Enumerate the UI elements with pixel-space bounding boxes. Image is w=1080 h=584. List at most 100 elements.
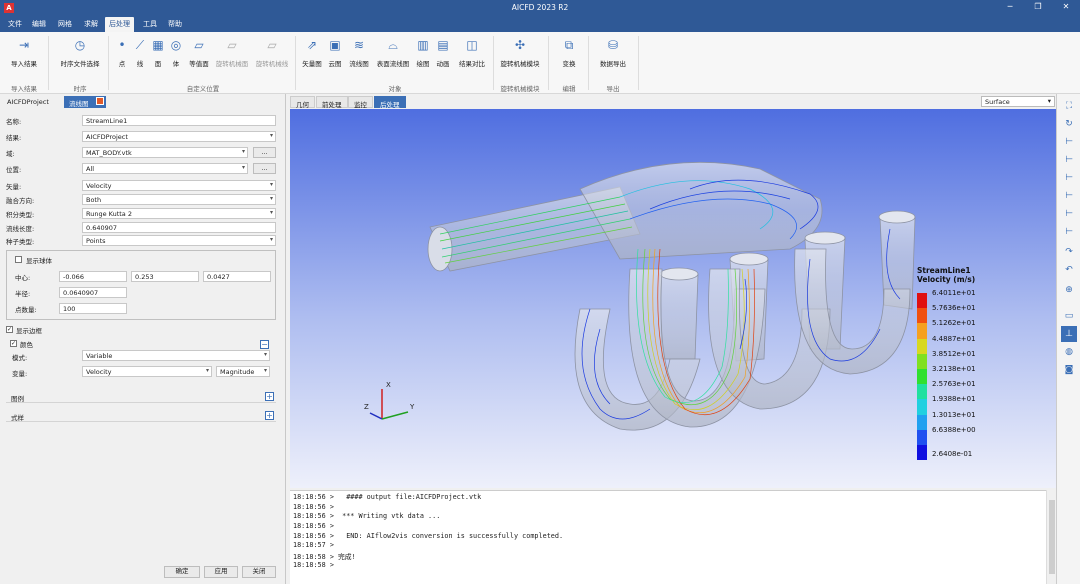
close-icon[interactable]: ✕ [1058, 2, 1074, 11]
palette-icon[interactable]: ◍ [1061, 344, 1077, 360]
domain-select[interactable]: MAT_BODY.vtk ▾ [82, 147, 248, 158]
center-y-field[interactable]: 0.253 [131, 271, 199, 282]
direction-select[interactable]: Both ▾ [82, 194, 276, 205]
mode-select[interactable]: Variable ▾ [82, 350, 270, 361]
animation-button[interactable]: ▤ 动画 [434, 38, 452, 68]
color-checkbox[interactable]: ✓ [10, 340, 17, 347]
rotating-line-button[interactable]: ▱ 旋转机械线 [253, 38, 291, 68]
vector-button[interactable]: ⇗ 矢量图 [300, 38, 324, 68]
view-xy-icon[interactable]: ⊢ [1061, 134, 1077, 150]
apply-button[interactable]: 应用 [204, 566, 238, 578]
location-browse-button[interactable]: ... [253, 163, 276, 174]
plane-button[interactable]: ▦ 面 [150, 38, 166, 68]
center-x-field[interactable]: -0.066 [59, 271, 127, 282]
rotate-ccw-icon[interactable]: ↶ [1061, 262, 1077, 278]
npoints-field[interactable]: 100 [59, 303, 127, 314]
vector-select[interactable]: Velocity ▾ [82, 180, 276, 191]
view-yz-icon[interactable]: ⊢ [1061, 206, 1077, 222]
ok-button[interactable]: 确定 [164, 566, 200, 578]
domain-browse-button[interactable]: ... [253, 147, 276, 158]
console-line: 18:18:56 > #### output file:AICFDProject… [293, 493, 482, 501]
legend-value: 2.6408e-01 [932, 450, 973, 459]
length-label: 流线长度: [6, 225, 35, 233]
close-tab-icon[interactable] [96, 97, 104, 105]
body-button[interactable]: ◎ 体 [168, 38, 184, 68]
close-button[interactable]: 关闭 [242, 566, 276, 578]
location-label: 位置: [6, 166, 22, 174]
group-object-label: 对象 [388, 85, 402, 93]
console-line: 18:18:57 > [293, 541, 334, 550]
console-line: 18:18:56 > *** Writing vtk data ... [293, 512, 441, 521]
show-edges-checkbox[interactable]: ✓ [6, 326, 13, 333]
camera-icon[interactable]: ◙ [1061, 362, 1077, 378]
tab-project[interactable]: AICFDProject [2, 96, 54, 108]
scrollbar-thumb[interactable] [1049, 500, 1055, 574]
expand-icon[interactable]: + [265, 392, 274, 401]
radius-field[interactable]: 0.0640907 [59, 287, 127, 298]
surface-streamline-button[interactable]: ⌓ 表面流线图 [374, 38, 412, 68]
show-sphere-checkbox[interactable] [15, 256, 22, 263]
chevron-down-icon: ▾ [269, 195, 273, 202]
center-z-field[interactable]: 0.0427 [203, 271, 271, 282]
rotating-plane-button[interactable]: ▱ 旋转机械面 [213, 38, 251, 68]
legend-section[interactable]: 图例 + [6, 391, 276, 403]
zoom-icon[interactable]: ⊕ [1061, 282, 1077, 298]
tab-geometry[interactable]: 几何 [290, 96, 315, 109]
length-field[interactable]: 0.640907 [82, 222, 276, 233]
component-select[interactable]: Magnitude ▾ [216, 366, 270, 377]
window-title: AICFD 2023 R2 [511, 3, 569, 12]
menu-mesh[interactable]: 网格 [54, 19, 76, 29]
view-xz-icon[interactable]: ⊢ [1061, 170, 1077, 186]
collapse-icon[interactable]: − [260, 340, 269, 349]
legend-value: 2.5763e+01 [932, 380, 976, 389]
view-zx-icon[interactable]: ⊢ [1061, 188, 1077, 204]
view-zy-icon[interactable]: ⊢ [1061, 224, 1077, 240]
view-yx-icon[interactable]: ⊢ [1061, 152, 1077, 168]
tab-preprocess[interactable]: 前处理 [316, 96, 348, 109]
data-export-button[interactable]: ⛁ 数据导出 [594, 38, 632, 68]
expand-icon[interactable]: + [265, 411, 274, 420]
graph-button[interactable]: ▥ 绘图 [414, 38, 432, 68]
transform-button[interactable]: ⧉ 变换 [556, 38, 582, 68]
restore-icon[interactable]: ❐ [1030, 2, 1046, 11]
menu-postprocess[interactable]: 后处理 [105, 17, 134, 32]
rotating-module-button[interactable]: ✣ 旋转机械模块 [497, 38, 543, 68]
variable-select[interactable]: Velocity ▾ [82, 366, 212, 377]
film-icon: ▤ [437, 38, 449, 52]
render-mode-select[interactable]: Surface ▾ [981, 96, 1055, 107]
style-section[interactable]: 式样 + [6, 410, 276, 422]
group-edit-label: 编辑 [562, 85, 576, 93]
menu-tools[interactable]: 工具 [139, 19, 161, 29]
seed-select[interactable]: Points ▾ [82, 235, 276, 246]
integrator-select[interactable]: Runge Kutta 2 ▾ [82, 208, 276, 219]
name-field[interactable]: StreamLine1 [82, 115, 276, 126]
menu-edit[interactable]: 编辑 [28, 19, 50, 29]
compare-button[interactable]: ◫ 结果对比 [455, 38, 489, 68]
timestep-select-button[interactable]: ◷ 时序文件选择 [56, 38, 104, 68]
menu-file[interactable]: 文件 [4, 19, 26, 29]
axis-icon[interactable]: ⊥ [1061, 326, 1077, 342]
fit-view-icon[interactable]: ⛶ [1061, 98, 1077, 114]
line-button[interactable]: ⟋ 线 [132, 38, 148, 68]
isosurface-button[interactable]: ▱ 等值面 [186, 38, 212, 68]
location-select[interactable]: All ▾ [82, 163, 248, 174]
chevron-down-icon: ▾ [1047, 97, 1051, 105]
console-scrollbar[interactable] [1046, 490, 1056, 584]
contour-button[interactable]: ▣ 云图 [326, 38, 344, 68]
minimize-icon[interactable]: ─ [1002, 2, 1018, 11]
surface-streamline-icon: ⌓ [388, 38, 398, 52]
import-icon: ⇥ [18, 38, 30, 52]
tab-postprocess[interactable]: 后处理 [374, 96, 406, 109]
menu-help[interactable]: 帮助 [164, 19, 186, 29]
npoints-label: 点数量: [15, 306, 37, 314]
point-button[interactable]: • 点 [114, 38, 130, 68]
rotate-icon[interactable]: ↻ [1061, 116, 1077, 132]
rotating-plane-icon: ▱ [227, 38, 237, 52]
import-result-button[interactable]: ⇥ 导入结果 [6, 38, 42, 68]
ruler-icon[interactable]: ▭ [1061, 308, 1077, 324]
menu-solve[interactable]: 求解 [80, 19, 102, 29]
result-select[interactable]: AICFDProject ▾ [82, 131, 276, 142]
tab-monitor[interactable]: 监控 [348, 96, 373, 109]
rotate-cw-icon[interactable]: ↷ [1061, 244, 1077, 260]
streamline-button[interactable]: ≋ 流线图 [346, 38, 372, 68]
